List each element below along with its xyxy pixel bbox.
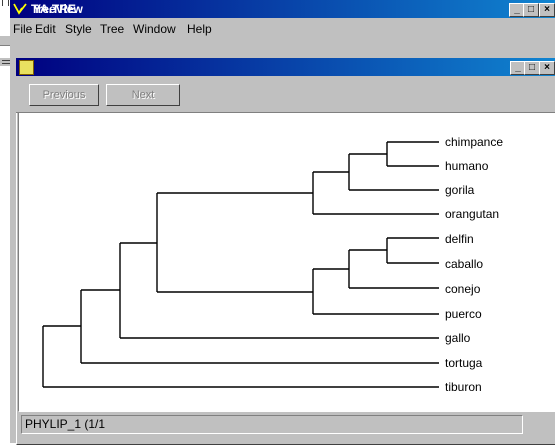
tree-branch — [386, 141, 439, 167]
tree-document-icon — [19, 60, 34, 75]
leaf-label: gallo — [445, 331, 471, 345]
leaf-label: delfin — [445, 232, 474, 246]
minimize-icon: _ — [515, 62, 521, 73]
leaf-label: tortuga — [445, 356, 483, 370]
desktop-fragment — [0, 58, 10, 66]
menu-help[interactable]: Help — [187, 22, 212, 36]
close-icon: × — [544, 62, 550, 73]
minimize-icon: _ — [514, 4, 520, 15]
document-title-bar[interactable] — [16, 58, 555, 76]
next-button[interactable]: Next — [106, 84, 180, 106]
leaf-label: caballo — [445, 257, 484, 271]
menu-bar: File Edit Style Tree Window Help — [10, 18, 555, 38]
tree-branch — [348, 153, 439, 191]
maximize-icon: □ — [527, 4, 535, 15]
leaf-label: gorila — [445, 183, 475, 197]
app-title-bar[interactable] — [10, 0, 555, 18]
app-maximize-button[interactable]: □ — [523, 3, 539, 17]
doc-maximize-button[interactable]: □ — [524, 61, 540, 75]
menu-tree[interactable]: Tree — [100, 22, 124, 36]
doc-close-button[interactable]: × — [539, 61, 555, 75]
leaf-label: humano — [445, 159, 489, 173]
desktop-background — [0, 0, 10, 443]
menu-file[interactable]: File — [13, 22, 32, 36]
tree-branch — [119, 242, 439, 339]
maximize-icon: □ — [528, 62, 536, 73]
status-text: PHYLIP_1 (1/1 — [25, 417, 106, 431]
tree-branch — [312, 268, 439, 315]
document-title: YA.TRE — [33, 2, 76, 16]
menu-edit[interactable]: Edit — [35, 22, 56, 36]
desktop-fragment — [0, 36, 10, 46]
tree-branch — [42, 325, 439, 388]
leaf-label: chimpance — [445, 135, 504, 149]
leaf-label: conejo — [445, 282, 481, 296]
tree-branch — [312, 171, 439, 215]
menu-window[interactable]: Window — [133, 22, 176, 36]
desktop-fragment — [2, 0, 9, 6]
tree-branch — [348, 249, 439, 289]
app-close-button[interactable]: × — [539, 3, 555, 17]
treeview-logo-icon — [13, 3, 27, 15]
leaf-label: tiburon — [445, 380, 482, 394]
close-icon: × — [544, 4, 550, 15]
previous-button[interactable]: Previous — [29, 84, 99, 106]
leaf-label: orangutan — [445, 207, 500, 221]
tree-branch — [80, 289, 439, 364]
tree-branch — [386, 237, 439, 264]
tree-branch — [156, 192, 313, 293]
menu-style[interactable]: Style — [65, 22, 92, 36]
leaf-label: puerco — [445, 307, 482, 321]
